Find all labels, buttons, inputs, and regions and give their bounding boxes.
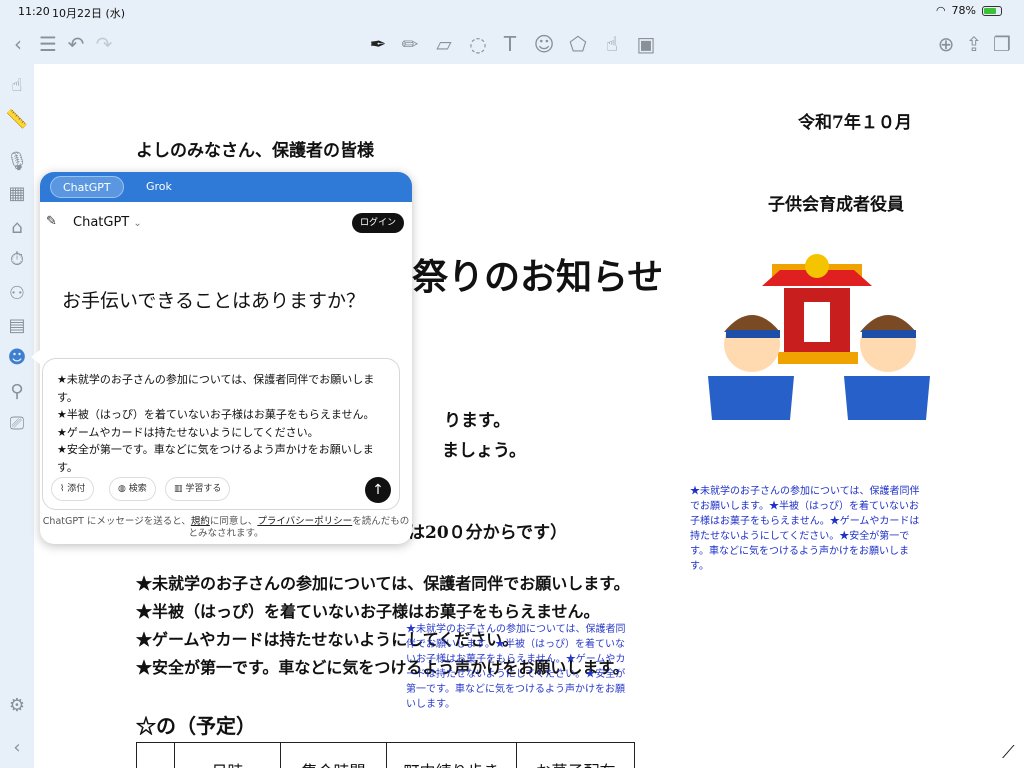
chat-compose-box[interactable]: ★未就学のお子さんの参加については、保護者同伴でお願いします。 ★半被（はっぴ）… (42, 358, 400, 510)
chat-tabs: ChatGPT Grok (40, 172, 412, 202)
pen-icon[interactable]: ✒ (366, 32, 390, 56)
timer-icon[interactable]: ⏱ (5, 248, 29, 272)
input-line: ★半被（はっぴ）を着ていないお子様はお菓子をもらえません。 (57, 408, 375, 421)
presentation-icon[interactable]: ⎚ (5, 412, 29, 436)
privacy-link[interactable]: プライバシーポリシー (257, 516, 352, 527)
search-icon[interactable]: ⚲ (5, 380, 29, 404)
page-corner-icon[interactable]: ⟋ (1002, 742, 1015, 763)
study-button[interactable]: ▥ 学習する (165, 477, 231, 501)
calculator-icon[interactable]: ▦ (5, 182, 29, 206)
tab-chatgpt[interactable]: ChatGPT (50, 176, 124, 198)
book-icon: ▥ (174, 484, 183, 494)
collapse-sidebar-icon[interactable]: ‹ (5, 736, 29, 760)
left-sidebar: ☝ 📏 🎙 ▦ ⌂ ⏱ ⚇ ▤ ☻ ⚲ ⎚ ⚙ ‹ (0, 64, 34, 768)
table-header-cell (136, 742, 175, 768)
chat-panel: ChatGPT Grok ✎ ChatGPT ⌄ ログイン お手伝いできることは… (40, 172, 412, 544)
login-button[interactable]: ログイン (351, 213, 404, 233)
omikoshi-illustration (708, 254, 930, 420)
status-time: 11:20 (18, 5, 50, 18)
blue-note-right: ★未就学のお子さんの参加については、保護者同伴でお願いします。★半被（はっぴ）を… (690, 486, 920, 572)
status-date: 10月22日 (水) (52, 7, 126, 20)
study-label: 学習する (185, 484, 222, 494)
image-icon[interactable]: ▣ (634, 32, 658, 56)
hand-tool-icon[interactable]: ☝ (5, 74, 29, 98)
add-page-icon[interactable]: ⊕ (934, 32, 958, 56)
sticker-icon[interactable]: ☺ (532, 32, 556, 56)
blue-note-mid: ★未就学のお子さんの参加については、保護者同伴でお願いします。★半被（はっぴ）を… (406, 624, 626, 710)
table-header-cell: お菓子配布 (516, 742, 635, 768)
tab-grok[interactable]: Grok (134, 176, 184, 198)
menu-icon[interactable]: ☰ (36, 32, 60, 56)
search-button[interactable]: ◍ 検索 (109, 477, 156, 501)
eraser-icon[interactable]: ▱ (432, 32, 456, 56)
bookmark-icon[interactable]: ⌂ (5, 216, 29, 240)
ai-assistant-icon[interactable]: ☻ (5, 346, 29, 370)
shapes-icon[interactable]: ⬠ (566, 32, 590, 56)
new-chat-icon[interactable]: ✎ (46, 214, 57, 229)
battery-fill (984, 7, 997, 14)
microphone-icon[interactable]: 🎙 (5, 150, 29, 174)
chat-input[interactable]: ★未就学のお子さんの参加については、保護者同伴でお願いします。 ★半被（はっぴ）… (57, 371, 387, 476)
legal-mid: に同意し、 (209, 516, 258, 527)
chevron-down-icon: ⌄ (133, 218, 142, 229)
attach-button[interactable]: ⌇ 添付 (51, 477, 95, 501)
model-name: ChatGPT (73, 215, 130, 230)
attach-label: 添付 (67, 484, 86, 494)
legal-prefix: ChatGPT にメッセージを送ると、 (42, 516, 191, 527)
chat-pointer (31, 350, 40, 364)
battery-percent: 78% (951, 4, 976, 17)
legal-notice: ChatGPT にメッセージを送ると、規約に同意し、プライバシーポリシーを読んだ… (40, 516, 412, 540)
document-icon[interactable]: ▤ (5, 314, 29, 338)
doc-greeting: よしのみなさん、保護者の皆様 (136, 141, 374, 161)
notes-app: 11:20 10月22日 (水) ◠ 78% ‹ ☰ ↶ ↷ ✒ ✏ ▱ ◌ T… (0, 0, 1024, 768)
doc-time-note: は20０分からです） (408, 523, 568, 543)
table-header-cell: 町内練り歩き (386, 742, 517, 768)
lasso-icon[interactable]: ◌ (466, 32, 490, 56)
chat-prompt: お手伝いできることはありますか？ (62, 290, 366, 312)
send-button[interactable]: ↑ (365, 477, 391, 503)
table-header-row: 日時 集合時間 町内練り歩き お菓子配布 (136, 742, 635, 768)
status-right: ◠ 78% (936, 4, 1002, 17)
undo-icon[interactable]: ↶ (64, 32, 88, 56)
doc-date: 令和7年１０月 (798, 113, 912, 133)
pages-icon[interactable]: ❐ (990, 32, 1014, 56)
chat-header: ✎ ChatGPT ⌄ ログイン (40, 212, 412, 236)
mindmap-icon[interactable]: ⚇ (5, 282, 29, 306)
arrow-up-icon: ↑ (372, 482, 384, 498)
toolbar: ‹ ☰ ↶ ↷ ✒ ✏ ▱ ◌ T ☺ ⬠ ☝ ▣ ⊕ ⇪ ❐ (0, 24, 1024, 64)
doc-note: ★未就学のお子さんの参加については、保護者同伴でお願いします。 (136, 574, 630, 593)
input-line: ★安全が第一です。車などに気をつけるよう声かけをお願いします。 (57, 443, 374, 474)
doc-title: 祭りのお知らせ (412, 256, 664, 298)
text-tool-icon[interactable]: T (498, 32, 522, 56)
battery-icon (982, 5, 1002, 16)
globe-icon: ◍ (118, 484, 126, 494)
search-label: 検索 (128, 484, 147, 494)
doc-sender: 子供会育成者役員 (768, 195, 904, 215)
doc-line1: ります。 (444, 411, 511, 431)
model-selector[interactable]: ChatGPT ⌄ (73, 215, 142, 230)
status-bar: 11:20 10月22日 (水) ◠ 78% (0, 0, 1024, 24)
paperclip-icon: ⌇ (60, 484, 65, 494)
table-header-cell: 日時 (174, 742, 281, 768)
ruler-icon[interactable]: 📏 (5, 108, 29, 132)
schedule-table: 日時 集合時間 町内練り歩き お菓子配布 (136, 742, 635, 768)
input-line: ★ゲームやカードは持たせないようにしてください。 (57, 425, 319, 439)
terms-link[interactable]: 規約 (191, 516, 210, 527)
input-line: ★未就学のお子さんの参加については、保護者同伴でお願いします。 (57, 373, 375, 404)
pencil-icon[interactable]: ✏ (398, 32, 422, 56)
settings-icon[interactable]: ⚙ (5, 694, 29, 718)
table-header-cell: 集合時間 (280, 742, 387, 768)
redo-icon[interactable]: ↷ (92, 32, 116, 56)
share-icon[interactable]: ⇪ (962, 32, 986, 56)
laser-pointer-icon[interactable]: ☝ (600, 32, 624, 56)
back-icon[interactable]: ‹ (6, 32, 30, 56)
doc-line2: ましょう。 (442, 441, 526, 461)
schedule-heading: ☆の（予定） (136, 714, 256, 738)
wifi-icon: ◠ (935, 4, 946, 17)
